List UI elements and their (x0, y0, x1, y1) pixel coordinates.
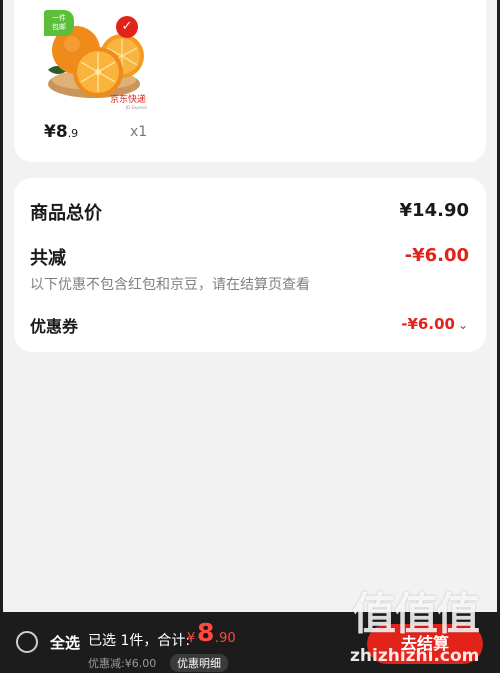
total-amount-int: 8 (197, 618, 215, 647)
watermark-url: zhizhizhi.com (350, 646, 480, 666)
price-summary-card: 商品总价 ¥14.90 共减 -¥6.00 以下优惠不包含红包和京豆，请在结算页… (14, 178, 486, 352)
coupon-value: -¥6.00 (401, 315, 455, 333)
screen-border-left (0, 0, 3, 673)
check-icon: ✓ (121, 19, 133, 34)
discount-detail-button[interactable]: 优惠明细 (170, 654, 228, 672)
coupon-row-toggle[interactable]: -¥6.00 ⌄ (401, 315, 468, 333)
select-all-radio[interactable] (16, 631, 38, 653)
discount-note: 以下优惠不包含红包和京豆，请在结算页查看 (30, 277, 310, 293)
free-shipping-text: 一件 包邮 (52, 14, 66, 31)
product-card: 一件 包邮 ✓ 京东快递 JD Express ¥8.9 x1 (14, 0, 486, 162)
price-symbol: ¥ (44, 122, 56, 142)
product-quantity: x1 (130, 124, 148, 140)
total-currency-symbol: ¥ (187, 631, 196, 646)
select-all-label[interactable]: 全选 (50, 632, 80, 653)
selected-summary: 已选 1件，合计: (88, 633, 191, 649)
total-amount-cents: .90 (215, 631, 236, 646)
reduction-value: -¥6.00 (404, 245, 469, 266)
discount-amount: 优惠减:¥6.00 (88, 657, 157, 670)
courier-logo-sub: JD Express (126, 105, 148, 110)
total-price-label: 商品总价 (30, 203, 102, 224)
coupon-label: 优惠券 (30, 317, 79, 336)
item-checkbox-checked[interactable]: ✓ (116, 16, 138, 38)
courier-logo: 京东快递 (110, 95, 147, 105)
chevron-down-icon: ⌄ (457, 318, 468, 332)
reduction-label: 共减 (30, 248, 66, 269)
product-price: ¥8.9 (44, 122, 78, 142)
price-cents: .9 (67, 127, 79, 140)
watermark-logo: 值值值 (352, 589, 480, 640)
free-shipping-badge: 一件 包邮 (44, 10, 74, 36)
price-int: 8 (55, 122, 68, 142)
total-price-value: ¥14.90 (399, 200, 469, 221)
